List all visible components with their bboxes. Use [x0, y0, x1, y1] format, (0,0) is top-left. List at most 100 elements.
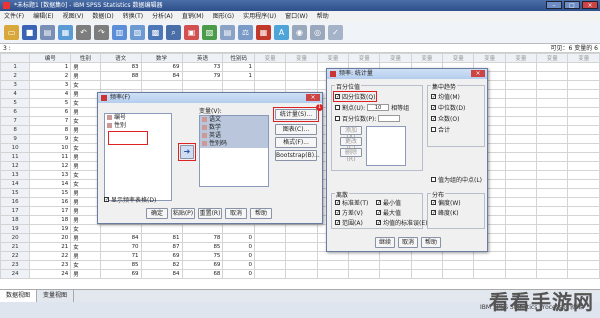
table-cell[interactable]: 71: [99, 251, 142, 261]
find-icon[interactable]: ⌕: [166, 25, 181, 40]
table-cell[interactable]: [536, 215, 569, 225]
table-cell[interactable]: 81: [140, 233, 183, 243]
insert-variable-icon[interactable]: ▨: [202, 25, 217, 40]
table-cell[interactable]: 68: [181, 269, 224, 279]
table-cell[interactable]: 女: [70, 143, 101, 153]
table-cell[interactable]: [567, 89, 600, 99]
table-cell[interactable]: [379, 251, 412, 261]
column-header[interactable]: 变量: [379, 53, 412, 63]
table-cell[interactable]: [536, 161, 569, 171]
frequencies-close-button[interactable]: ×: [306, 94, 320, 101]
table-cell[interactable]: [567, 116, 600, 126]
save-icon[interactable]: ■: [22, 25, 37, 40]
table-cell[interactable]: [504, 242, 538, 252]
row-number[interactable]: 21: [0, 242, 31, 252]
table-row[interactable]: 23 23 女 85 82 69 0: [0, 260, 600, 270]
mean-checkbox[interactable]: 均值(M): [431, 92, 460, 101]
table-cell[interactable]: 女: [70, 98, 101, 108]
percentile-list[interactable]: [366, 126, 406, 166]
table-cell[interactable]: [285, 269, 318, 279]
minimum-checkbox[interactable]: 最小值: [376, 198, 401, 207]
column-header[interactable]: 变量: [536, 53, 569, 63]
table-cell[interactable]: 18: [29, 215, 72, 225]
table-cell[interactable]: [504, 107, 538, 117]
table-cell[interactable]: [379, 260, 412, 270]
table-cell[interactable]: 男: [70, 89, 101, 99]
table-cell[interactable]: 84: [99, 233, 142, 243]
table-cell[interactable]: [536, 170, 569, 180]
menu-file[interactable]: 文件(F): [4, 11, 24, 22]
table-row[interactable]: 1 1 男 83 69 73 1: [0, 62, 600, 72]
use-sets-icon[interactable]: ◉: [292, 25, 307, 40]
checkbox-box[interactable]: [431, 116, 436, 121]
split-file-icon[interactable]: ▤: [220, 25, 235, 40]
sum-checkbox[interactable]: 合计: [431, 125, 450, 134]
table-cell[interactable]: 3: [29, 80, 72, 90]
tab-data-view[interactable]: 数据视图: [0, 290, 38, 302]
table-cell[interactable]: 69: [181, 260, 224, 270]
target-variable-item[interactable]: 语文: [200, 116, 268, 124]
table-cell[interactable]: [473, 260, 506, 270]
table-cell[interactable]: 78: [181, 233, 224, 243]
table-cell[interactable]: 16: [29, 197, 72, 207]
source-variable-item[interactable]: 性别: [105, 122, 171, 130]
table-cell[interactable]: 0: [222, 269, 255, 279]
row-number[interactable]: 22: [0, 251, 31, 261]
table-cell[interactable]: [253, 233, 287, 243]
source-variable-list[interactable]: 编号 性别: [104, 113, 172, 201]
table-cell[interactable]: [536, 71, 569, 81]
reset-button[interactable]: 重置(R): [198, 208, 222, 219]
percentiles-checkbox[interactable]: 百分位数(P):: [335, 114, 401, 123]
menu-view[interactable]: 视图(V): [63, 11, 84, 22]
table-cell[interactable]: 4: [29, 89, 72, 99]
checkbox-box[interactable]: [335, 200, 340, 205]
table-cell[interactable]: [504, 206, 538, 216]
table-cell[interactable]: [536, 62, 569, 72]
table-cell[interactable]: 10: [29, 143, 72, 153]
table-cell[interactable]: [536, 260, 569, 270]
table-cell[interactable]: 82: [140, 260, 183, 270]
select-cases-icon[interactable]: ▦: [256, 25, 271, 40]
table-cell[interactable]: 2: [29, 71, 72, 81]
column-header[interactable]: 英语: [181, 53, 224, 63]
menu-utilities[interactable]: 实用程序(U): [243, 11, 276, 22]
table-cell[interactable]: [536, 143, 569, 153]
table-cell[interactable]: 8: [29, 125, 72, 135]
table-cell[interactable]: [567, 206, 600, 216]
table-cell[interactable]: [567, 269, 600, 279]
table-cell[interactable]: [253, 242, 287, 252]
table-cell[interactable]: 女: [70, 179, 101, 189]
table-cell[interactable]: 17: [29, 206, 72, 216]
charts-button[interactable]: 图表(C)...: [275, 124, 317, 135]
table-cell[interactable]: [473, 251, 506, 261]
table-cell[interactable]: [504, 260, 538, 270]
table-cell[interactable]: [316, 269, 350, 279]
row-number[interactable]: 5: [0, 98, 31, 108]
table-cell[interactable]: [567, 170, 600, 180]
table-cell[interactable]: [536, 107, 569, 117]
table-cell[interactable]: [567, 224, 600, 234]
table-cell[interactable]: [253, 71, 287, 81]
table-cell[interactable]: [504, 143, 538, 153]
table-cell[interactable]: [181, 224, 224, 234]
goto-variable-icon[interactable]: ▧: [130, 25, 145, 40]
table-cell[interactable]: [285, 80, 318, 90]
target-variable-item[interactable]: 性别码: [200, 140, 268, 148]
checkbox-box[interactable]: [376, 210, 381, 215]
table-cell[interactable]: [567, 233, 600, 243]
column-header[interactable]: 性别码: [222, 53, 255, 63]
std-deviation-checkbox[interactable]: 标准差(T): [335, 198, 368, 207]
table-cell[interactable]: [285, 233, 318, 243]
table-cell[interactable]: [140, 80, 183, 90]
table-cell[interactable]: [536, 224, 569, 234]
table-cell[interactable]: 0: [222, 233, 255, 243]
checkbox-box[interactable]: [376, 200, 381, 205]
table-cell[interactable]: [316, 260, 350, 270]
menu-window[interactable]: 窗口(W): [285, 11, 308, 22]
row-number[interactable]: 18: [0, 215, 31, 225]
table-cell[interactable]: [285, 242, 318, 252]
display-frequency-tables-checkbox[interactable]: 显示频率表格(D): [104, 195, 156, 204]
table-cell[interactable]: 14: [29, 179, 72, 189]
checkbox-box[interactable]: [431, 200, 436, 205]
column-header[interactable]: 变量: [348, 53, 381, 63]
